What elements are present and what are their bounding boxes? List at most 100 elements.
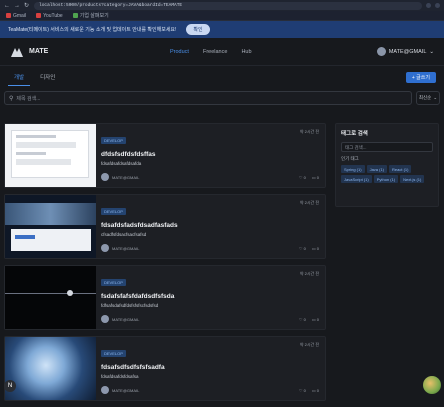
comment-icon: ▭ — [311, 245, 316, 251]
bookmark-label: Gmail — [13, 12, 27, 19]
tab-design[interactable]: 디자인 — [34, 69, 61, 86]
avatar — [101, 173, 109, 181]
main-content: DEVELOP 약 2시간 전 dfdsfsdfdsfdsffas fdsafd… — [0, 119, 444, 401]
bookmark-icon — [72, 13, 78, 18]
browser-toolbar: ← → ↻ localhost:5000/products?category=J… — [0, 0, 444, 11]
post-title[interactable]: fdsafsdfsdfsfsfsadfa — [101, 364, 320, 371]
tab-development[interactable]: 개발 — [8, 69, 31, 86]
nav-freelance[interactable]: Freelance — [203, 49, 227, 55]
post-footer: MATE@GMAIL ♡ 0 ▭ 0 — [101, 386, 319, 394]
post-author: MATE@GMAIL — [112, 174, 140, 180]
bookmark-youtube[interactable]: YouTube — [36, 13, 63, 19]
profile-icon[interactable] — [435, 3, 440, 8]
chevron-down-icon: ⌄ — [433, 95, 438, 100]
post-card[interactable]: DEVELOP 약 2시간 전 fsdafsfafsfdafdsdfsfsda … — [4, 265, 326, 330]
like-value: 0 — [303, 316, 306, 322]
post-date: 약 2시간 전 — [299, 129, 319, 134]
avatar — [101, 244, 109, 252]
post-title[interactable]: dfdsfsdfdsfdsffas — [101, 151, 320, 158]
heart-icon: ♡ — [298, 245, 303, 251]
post-stats: ♡ 0 ▭ 0 — [299, 317, 319, 322]
comment-count: ▭ 0 — [312, 246, 319, 251]
banner-text: TeaMate(티메이트) 서비스의 새로운 기능 소개 및 업데이트 안내를 … — [8, 27, 177, 33]
tag-chip[interactable]: Spring (1) — [341, 165, 365, 173]
post-list: DEVELOP 약 2시간 전 dfdsfsdfdsfdsffas fdsafd… — [4, 123, 326, 407]
forward-icon[interactable]: → — [14, 3, 20, 9]
category-badge: DEVELOP — [101, 350, 126, 357]
post-body: DEVELOP 약 2시간 전 fdsafdsfadsfdsadfasfads … — [96, 195, 325, 258]
post-card[interactable]: DEVELOP 약 2시간 전 fdsafsdfsdfsfsfsadfa fds… — [4, 336, 326, 401]
write-post-button[interactable]: + 글쓰기 — [405, 72, 436, 83]
post-description: cfsadfsfdsacfsacfsafsd — [101, 232, 147, 237]
sort-value: 최신순 — [418, 95, 432, 100]
search-input[interactable]: ⚲ 제목 검색... — [4, 91, 412, 105]
like-count[interactable]: ♡ 0 — [299, 246, 306, 251]
post-body: DEVELOP 약 2시간 전 fdsafsdfsdfsfsfsadfa fds… — [96, 337, 325, 400]
comment-icon: ▭ — [311, 387, 316, 393]
floating-n-icon[interactable]: N — [4, 380, 16, 392]
banner-confirm-button[interactable]: 확인 — [186, 24, 210, 35]
post-card[interactable]: DEVELOP 약 2시간 전 dfdsfsdfdsfdsffas fdsafd… — [4, 123, 326, 188]
like-count[interactable]: ♡ 0 — [299, 317, 306, 322]
post-date: 약 2시간 전 — [299, 200, 319, 205]
heart-icon: ♡ — [298, 387, 303, 393]
comment-value: 0 — [316, 174, 319, 180]
tag-search-input[interactable]: 태그 검색... — [341, 142, 433, 152]
sidebar-title: 태그로 검색 — [341, 131, 368, 137]
brand-logo[interactable]: MATE — [10, 46, 48, 58]
bookmark-gmail[interactable]: Gmail — [6, 13, 26, 19]
like-value: 0 — [303, 245, 306, 251]
tag-chip[interactable]: JavaScript (1) — [341, 175, 372, 183]
avatar — [101, 315, 109, 323]
extension-icon[interactable] — [426, 3, 431, 8]
floating-avatar-button[interactable] — [423, 376, 441, 394]
address-bar[interactable]: localhost:5000/products?category=JAVA&bo… — [34, 1, 422, 10]
post-title[interactable]: fsdafsfafsfdafdsdfsfsda — [101, 293, 320, 300]
post-title[interactable]: fdsafdsfadsfdsadfasfads — [101, 222, 320, 229]
post-footer: MATE@GMAIL ♡ 0 ▭ 0 — [101, 173, 319, 181]
search-row: ⚲ 제목 검색... 최신순 ⌄ — [0, 88, 444, 108]
post-stats: ♡ 0 ▭ 0 — [299, 388, 319, 393]
nav-hub[interactable]: Hub — [241, 49, 251, 55]
comment-icon: ▭ — [311, 316, 316, 322]
url-text: localhost:5000/products?category=JAVA&bo… — [39, 3, 183, 8]
top-navigation: Product Freelance Hub — [170, 49, 252, 55]
youtube-icon — [36, 13, 42, 18]
category-badge: DEVELOP — [101, 208, 126, 215]
like-count[interactable]: ♡ 0 — [299, 388, 306, 393]
nav-product[interactable]: Product — [170, 49, 189, 55]
like-count[interactable]: ♡ 0 — [299, 175, 306, 180]
like-value: 0 — [303, 174, 306, 180]
heart-icon: ♡ — [298, 316, 303, 322]
popular-tags-label: 인기 태그 — [341, 156, 359, 161]
tag-chip[interactable]: Python (1) — [373, 175, 399, 183]
reload-icon[interactable]: ↻ — [24, 3, 30, 9]
post-footer: MATE@GMAIL ♡ 0 ▭ 0 — [101, 315, 319, 323]
post-footer: MATE@GMAIL ♡ 0 ▭ 0 — [101, 244, 319, 252]
sort-select[interactable]: 최신순 ⌄ — [416, 91, 440, 105]
comment-icon: ▭ — [311, 174, 316, 180]
bookmark-company[interactable]: 기업 살펴보기 — [72, 12, 109, 19]
category-badge: DEVELOP — [101, 137, 126, 144]
post-date: 약 2시간 전 — [299, 342, 319, 347]
like-value: 0 — [303, 387, 306, 393]
post-thumbnail — [5, 195, 96, 258]
tag-list: Spring (1) Java (1) React (1) JavaScript… — [341, 165, 433, 183]
back-icon[interactable]: ← — [4, 3, 10, 9]
brand-name: MATE — [29, 48, 49, 55]
heart-icon: ♡ — [298, 174, 303, 180]
tag-chip[interactable]: React (1) — [389, 165, 412, 173]
post-author: MATE@GMAIL — [112, 245, 140, 251]
comment-count: ▭ 0 — [312, 317, 319, 322]
avatar — [101, 386, 109, 394]
tag-chip[interactable]: Java (1) — [366, 165, 388, 173]
post-card[interactable]: DEVELOP 약 2시간 전 fdsafdsfadsfdsadfasfads … — [4, 194, 326, 259]
post-description: fdsafdsafdsafdsafda — [101, 161, 142, 166]
comment-value: 0 — [316, 387, 319, 393]
search-icon: ⚲ — [9, 95, 14, 102]
user-menu[interactable]: MATE@GMAIL ⌄ — [376, 47, 434, 56]
comment-value: 0 — [316, 316, 319, 322]
post-stats: ♡ 0 ▭ 0 — [299, 175, 319, 180]
post-author: MATE@GMAIL — [112, 387, 140, 393]
tag-chip[interactable]: Next.js (1) — [400, 175, 425, 183]
